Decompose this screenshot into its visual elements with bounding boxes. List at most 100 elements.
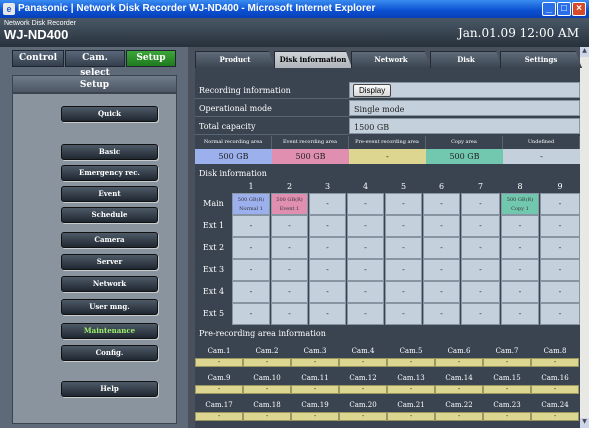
disk-cell: 500 GB(R) Copy 1 (501, 193, 539, 215)
menu-basic-button[interactable]: Basic (61, 144, 158, 160)
brand-model: WJ-ND400 (4, 27, 69, 42)
cam-value: - (387, 385, 435, 394)
disk-column-header: 8 (517, 182, 523, 191)
cam-label: Cam.11 (291, 371, 339, 385)
menu-server-button[interactable]: Server (61, 254, 158, 270)
operational-mode-value: Single mode (349, 100, 580, 116)
cam-value: - (483, 358, 531, 367)
vertical-scrollbar[interactable]: ▲ ▼ (580, 47, 589, 428)
disk-cell: - (540, 237, 580, 259)
cam-value: - (291, 385, 339, 394)
disk-cell: - (540, 281, 580, 303)
menu-event-button[interactable]: Event (61, 186, 158, 202)
disk-row-label: Ext 2 (195, 237, 232, 259)
cam-value: - (243, 358, 291, 367)
setup-menu: Quick Basic Emergency rec. Event Schedule Cam… (12, 93, 177, 424)
disk-cell: - (540, 193, 580, 215)
cam-value: - (483, 412, 531, 421)
cam-value: - (531, 358, 579, 367)
cam-value: - (387, 412, 435, 421)
menu-schedule-button[interactable]: Schedule (61, 207, 158, 223)
cam-value: - (483, 385, 531, 394)
capacity-header-event-recording-area: Event recording area (272, 136, 349, 149)
tab-control[interactable]: Control (12, 50, 64, 67)
ie-icon: e (3, 3, 15, 15)
minimize-button[interactable]: _ (542, 2, 556, 16)
app-header: Network Disk Recorder WJ-ND400 Jan.01.09… (0, 18, 589, 47)
datetime-display: Jan.01.09 12:00 AM (457, 26, 579, 40)
cam-value: - (243, 412, 291, 421)
disk-cell: - (461, 237, 500, 259)
disk-cell: - (385, 281, 422, 303)
recording-information-value: Display (349, 82, 580, 98)
disk-cell: - (309, 281, 346, 303)
display-button[interactable]: Display (353, 84, 392, 97)
cam-value: - (531, 412, 579, 421)
disk-row-label: Main (195, 193, 232, 215)
disk-cell: - (461, 259, 500, 281)
cam-value: - (291, 358, 339, 367)
disk-cell: - (309, 193, 346, 215)
disk-cell: - (540, 303, 580, 325)
maximize-button[interactable]: □ (557, 2, 571, 16)
disk-cell: - (309, 303, 346, 325)
operational-mode-label: Operational mode (195, 100, 349, 117)
cam-label: Cam.18 (243, 398, 291, 412)
cam-label: Cam.13 (387, 371, 435, 385)
tab-cam-select[interactable]: Cam. select (65, 50, 125, 78)
cam-label: Cam.7 (483, 344, 531, 358)
menu-maintenance-button[interactable]: Maintenance (61, 323, 158, 339)
capacity-value-copy-area: 500 GB (426, 149, 503, 164)
scroll-up-arrow-icon[interactable]: ▲ (580, 47, 589, 57)
tab-network-information[interactable]: Network information (351, 51, 431, 68)
cam-value: - (339, 358, 387, 367)
cam-value: - (195, 412, 243, 421)
cam-value: - (195, 385, 243, 394)
menu-quick-button[interactable]: Quick (61, 106, 158, 122)
capacity-value-event-recording-area: 500 GB (272, 149, 349, 164)
disk-cell: - (232, 281, 270, 303)
disk-row-label: Ext 5 (195, 303, 232, 325)
tab-disk-information[interactable]: Disk information (274, 51, 352, 68)
disk-cell: - (309, 215, 346, 237)
setup-title: Setup (12, 75, 177, 93)
cam-label: Cam.16 (531, 371, 579, 385)
cam-value: - (387, 358, 435, 367)
disk-cell: - (423, 237, 460, 259)
total-capacity-value: 1500 GB (349, 118, 580, 134)
recording-information-label: Recording information (195, 82, 349, 99)
cam-label: Cam.3 (291, 344, 339, 358)
scroll-down-arrow-icon[interactable]: ▼ (580, 418, 589, 428)
menu-help-button[interactable]: Help (61, 381, 158, 397)
capacity-value-undefined: - (503, 149, 580, 164)
capacity-header-copy-area: Copy area (426, 136, 503, 149)
cam-value: - (435, 385, 483, 394)
disk-cell: - (347, 259, 384, 281)
disk-cell: - (385, 237, 422, 259)
menu-user-mng-button[interactable]: User mng. (61, 299, 158, 315)
disk-cell: - (423, 259, 460, 281)
menu-network-button[interactable]: Network (61, 276, 158, 292)
disk-cell: - (501, 237, 539, 259)
disk-cell: - (423, 281, 460, 303)
cam-value: - (339, 385, 387, 394)
tab-settings-management[interactable]: Settings management (500, 51, 582, 68)
disk-cell: - (461, 303, 500, 325)
tab-disk[interactable]: Disk (430, 51, 502, 68)
cam-label: Cam.2 (243, 344, 291, 358)
tab-setup[interactable]: Setup (126, 50, 176, 67)
tab-product-information[interactable]: Product information (195, 51, 275, 68)
cam-label: Cam.9 (195, 371, 243, 385)
close-button[interactable]: × (572, 2, 586, 16)
menu-camera-button[interactable]: Camera (61, 232, 158, 248)
cam-value: - (531, 385, 579, 394)
menu-emergency-rec-button[interactable]: Emergency rec. (61, 165, 158, 181)
disk-cell: - (501, 259, 539, 281)
cam-label: Cam.14 (435, 371, 483, 385)
total-capacity-row: Total capacity 1500 GB (195, 118, 580, 135)
disk-column-header: 3 (324, 182, 331, 191)
menu-config-button[interactable]: Config. (61, 345, 158, 361)
disk-column-header: 5 (400, 182, 407, 191)
disk-cell: - (540, 259, 580, 281)
disk-cell: - (232, 259, 270, 281)
